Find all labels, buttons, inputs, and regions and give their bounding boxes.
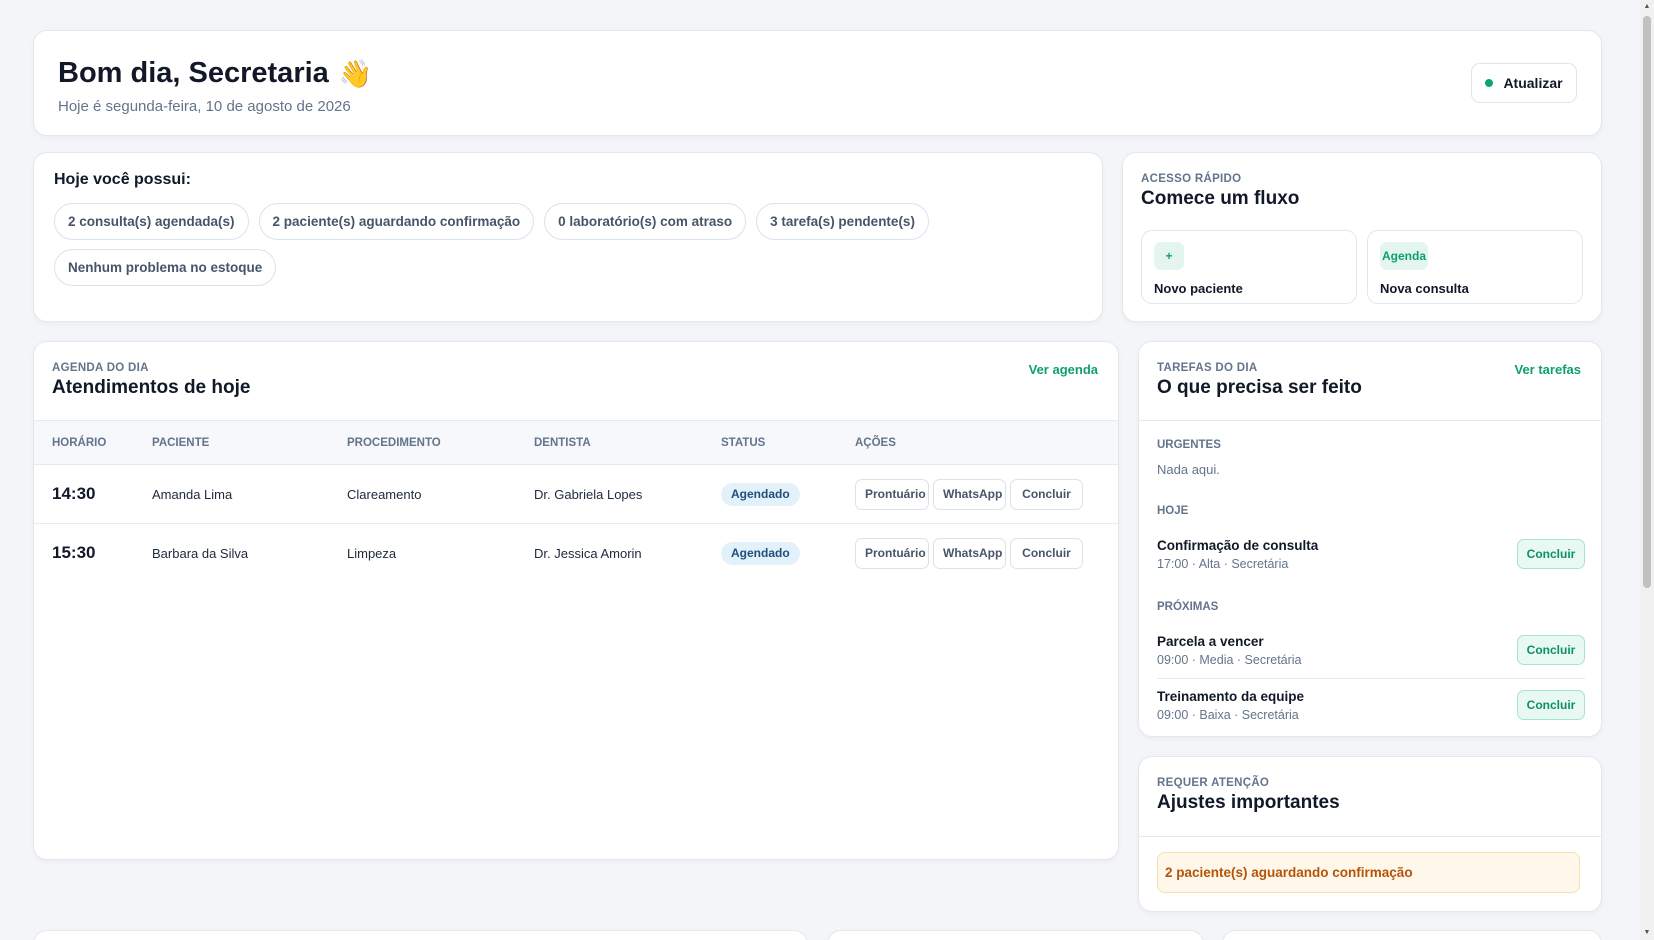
today-section-label: HOJE: [1157, 505, 1189, 517]
page-scrollbar[interactable]: ▲ ▼: [1640, 0, 1654, 940]
tasks-card: TAREFAS DO DIA O que precisa ser feito V…: [1138, 341, 1602, 737]
bottom-card-left: [33, 930, 808, 940]
whatsapp-button[interactable]: WhatsApp: [933, 537, 1006, 569]
attention-title: Ajustes importantes: [1157, 792, 1340, 813]
scroll-up-icon[interactable]: ▲: [1643, 3, 1651, 11]
table-row: 15:30 Barbara da Silva Limpeza Dr. Jessi…: [34, 524, 1118, 583]
appointment-time: 15:30: [52, 543, 96, 563]
table-row: 14:30 Amanda Lima Clareamento Dr. Gabrie…: [34, 465, 1118, 524]
medical-record-button[interactable]: Prontuário: [855, 478, 929, 510]
divider: [1139, 420, 1601, 421]
table-header-row: HORÁRIO PACIENTE PROCEDIMENTO DENTISTA S…: [34, 420, 1118, 465]
complete-task-button[interactable]: Concluir: [1517, 539, 1585, 569]
appointment-dentist: Dr. Jessica Amorin: [534, 545, 642, 561]
page-title: Bom dia, Secretaria 👋: [58, 57, 372, 90]
new-patient-tile[interactable]: + Novo paciente: [1141, 230, 1357, 304]
bottom-card-middle: [827, 930, 1204, 940]
scrollbar-thumb[interactable]: [1643, 16, 1651, 588]
view-tasks-link[interactable]: Ver tarefas: [1515, 362, 1582, 377]
new-patient-label: Novo paciente: [1154, 281, 1243, 296]
bottom-card-right: [1222, 930, 1602, 940]
summary-pills: 2 consulta(s) agendada(s) 2 paciente(s) …: [54, 203, 1054, 286]
appointment-patient: Barbara da Silva: [152, 545, 249, 561]
appointment-procedure: Clareamento: [347, 486, 422, 502]
divider: [1139, 836, 1601, 837]
summary-pill-pending-tasks[interactable]: 3 tarefa(s) pendente(s): [756, 203, 929, 240]
tasks-eyebrow: TAREFAS DO DIA: [1157, 362, 1258, 374]
new-appointment-tile[interactable]: Agenda Nova consulta: [1367, 230, 1583, 304]
appointment-dentist: Dr. Gabriela Lopes: [534, 486, 643, 502]
column-header-status: STATUS: [721, 436, 766, 449]
complete-button[interactable]: Concluir: [1010, 537, 1083, 569]
medical-record-button[interactable]: Prontuário: [855, 537, 929, 569]
status-badge: Agendado: [721, 541, 800, 565]
agenda-title: Atendimentos de hoje: [52, 377, 251, 398]
quick-access-card: ACESSO RÁPIDO Comece um fluxo + Novo pac…: [1122, 152, 1602, 322]
view-agenda-link[interactable]: Ver agenda: [1029, 362, 1098, 377]
agenda-eyebrow: AGENDA DO DIA: [52, 362, 149, 374]
appointment-patient: Amanda Lima: [152, 486, 233, 502]
summary-pill-awaiting-confirmation[interactable]: 2 paciente(s) aguardando confirmação: [258, 203, 535, 240]
summary-title: Hoje você possui:: [54, 171, 191, 188]
complete-task-button[interactable]: Concluir: [1517, 690, 1585, 720]
column-header-actions: AÇÕES: [855, 436, 896, 449]
refresh-button[interactable]: Atualizar: [1471, 63, 1577, 103]
column-header-patient: PACIENTE: [152, 436, 210, 449]
today-summary-card: Hoje você possui: 2 consulta(s) agendada…: [33, 152, 1103, 322]
attention-alert[interactable]: 2 paciente(s) aguardando confirmação: [1157, 852, 1580, 893]
divider: [1157, 678, 1585, 679]
wave-icon: 👋: [338, 58, 373, 89]
attention-eyebrow: REQUER ATENÇÃO: [1157, 777, 1270, 789]
new-appointment-label: Nova consulta: [1380, 281, 1469, 296]
task-item: Treinamento da equipe 09:00 · Baixa · Se…: [1157, 689, 1585, 733]
agenda-card: AGENDA DO DIA Atendimentos de hoje Ver a…: [33, 341, 1119, 860]
status-dot-icon: [1485, 79, 1494, 87]
urgent-section-label: URGENTES: [1157, 439, 1221, 451]
tasks-title: O que precisa ser feito: [1157, 377, 1362, 398]
quick-access-eyebrow: ACESSO RÁPIDO: [1141, 173, 1242, 185]
complete-task-button[interactable]: Concluir: [1517, 635, 1585, 665]
status-badge: Agendado: [721, 482, 800, 506]
appointment-procedure: Limpeza: [347, 545, 397, 561]
date-subtitle: Hoje é segunda-feira, 10 de agosto de 20…: [58, 98, 351, 115]
urgent-empty-text: Nada aqui.: [1157, 462, 1220, 477]
whatsapp-button[interactable]: WhatsApp: [933, 478, 1006, 510]
summary-pill-appointments[interactable]: 2 consulta(s) agendada(s): [54, 203, 249, 240]
next-section-label: PRÓXIMAS: [1157, 601, 1219, 613]
task-item: Parcela a vencer 09:00 · Media · Secretá…: [1157, 634, 1585, 678]
refresh-label: Atualizar: [1503, 75, 1563, 91]
summary-pill-stock[interactable]: Nenhum problema no estoque: [54, 249, 277, 286]
column-header-time: HORÁRIO: [52, 436, 107, 449]
agenda-icon: Agenda: [1380, 242, 1429, 270]
task-item: Confirmação de consulta 17:00 · Alta · S…: [1157, 538, 1585, 582]
column-header-procedure: PROCEDIMENTO: [347, 436, 441, 449]
column-header-dentist: DENTISTA: [534, 436, 591, 449]
appointment-time: 14:30: [52, 484, 96, 503]
quick-access-title: Comece um fluxo: [1141, 188, 1300, 209]
complete-button[interactable]: Concluir: [1010, 478, 1083, 510]
scroll-down-icon[interactable]: ▼: [1643, 929, 1651, 937]
greeting-header: Bom dia, Secretaria 👋 Hoje é segunda-fei…: [33, 30, 1602, 136]
summary-pill-lab-delays[interactable]: 0 laboratório(s) com atraso: [544, 203, 747, 240]
attention-card: REQUER ATENÇÃO Ajustes importantes 2 pac…: [1138, 756, 1602, 912]
appointments-table: HORÁRIO PACIENTE PROCEDIMENTO DENTISTA S…: [34, 420, 1118, 583]
plus-icon: +: [1154, 242, 1184, 270]
greeting-text: Bom dia, Secretaria: [58, 57, 329, 89]
